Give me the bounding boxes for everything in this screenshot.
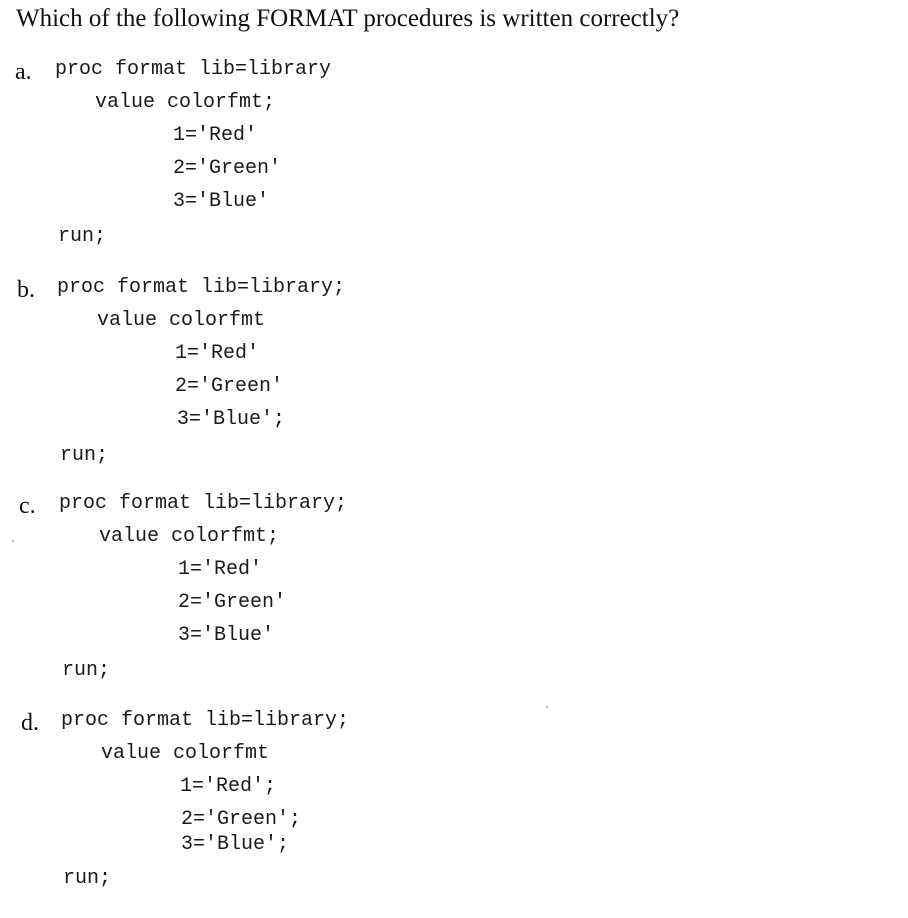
format-line-3: 3='Blue'; xyxy=(177,408,286,431)
answer-option-a[interactable]: a. proc format lib=library value colorfm… xyxy=(0,58,908,258)
format-line-2: 2='Green'; xyxy=(181,808,302,831)
format-line-3: 3='Blue'; xyxy=(181,833,290,856)
option-letter: c. xyxy=(19,493,36,519)
answer-option-c[interactable]: c. proc format lib=library; value colorf… xyxy=(0,492,908,692)
question-text: Which of the following FORMAT procedures… xyxy=(16,5,680,32)
format-line-2: 2='Green' xyxy=(173,157,282,180)
proc-statement: proc format lib=library; xyxy=(61,709,350,732)
option-letter: d. xyxy=(21,710,39,736)
answer-option-d[interactable]: d. proc format lib=library; value colorf… xyxy=(0,709,908,909)
option-letter: a. xyxy=(15,59,32,85)
format-line-1: 1='Red'; xyxy=(180,775,277,798)
run-statement: run; xyxy=(60,444,109,467)
option-letter: b. xyxy=(17,277,35,303)
value-statement: value colorfmt xyxy=(97,309,266,332)
format-line-1: 1='Red' xyxy=(173,124,258,147)
value-statement: value colorfmt; xyxy=(95,91,276,114)
answer-option-b[interactable]: b. proc format lib=library; value colorf… xyxy=(0,276,908,476)
proc-statement: proc format lib=library; xyxy=(57,276,346,299)
page: { "question": "Which of the following FO… xyxy=(0,0,908,918)
value-statement: value colorfmt xyxy=(101,742,270,765)
scan-speck xyxy=(546,706,548,708)
scan-speck xyxy=(12,540,14,542)
run-statement: run; xyxy=(58,225,107,248)
format-line-3: 3='Blue' xyxy=(178,624,275,647)
run-statement: run; xyxy=(63,867,112,890)
format-line-2: 2='Green' xyxy=(175,375,284,398)
format-line-2: 2='Green' xyxy=(178,591,287,614)
format-line-1: 1='Red' xyxy=(175,342,260,365)
proc-statement: proc format lib=library xyxy=(55,58,332,81)
value-statement: value colorfmt; xyxy=(99,525,280,548)
run-statement: run; xyxy=(62,659,111,682)
format-line-3: 3='Blue' xyxy=(173,190,270,213)
proc-statement: proc format lib=library; xyxy=(59,492,348,515)
format-line-1: 1='Red' xyxy=(178,558,263,581)
